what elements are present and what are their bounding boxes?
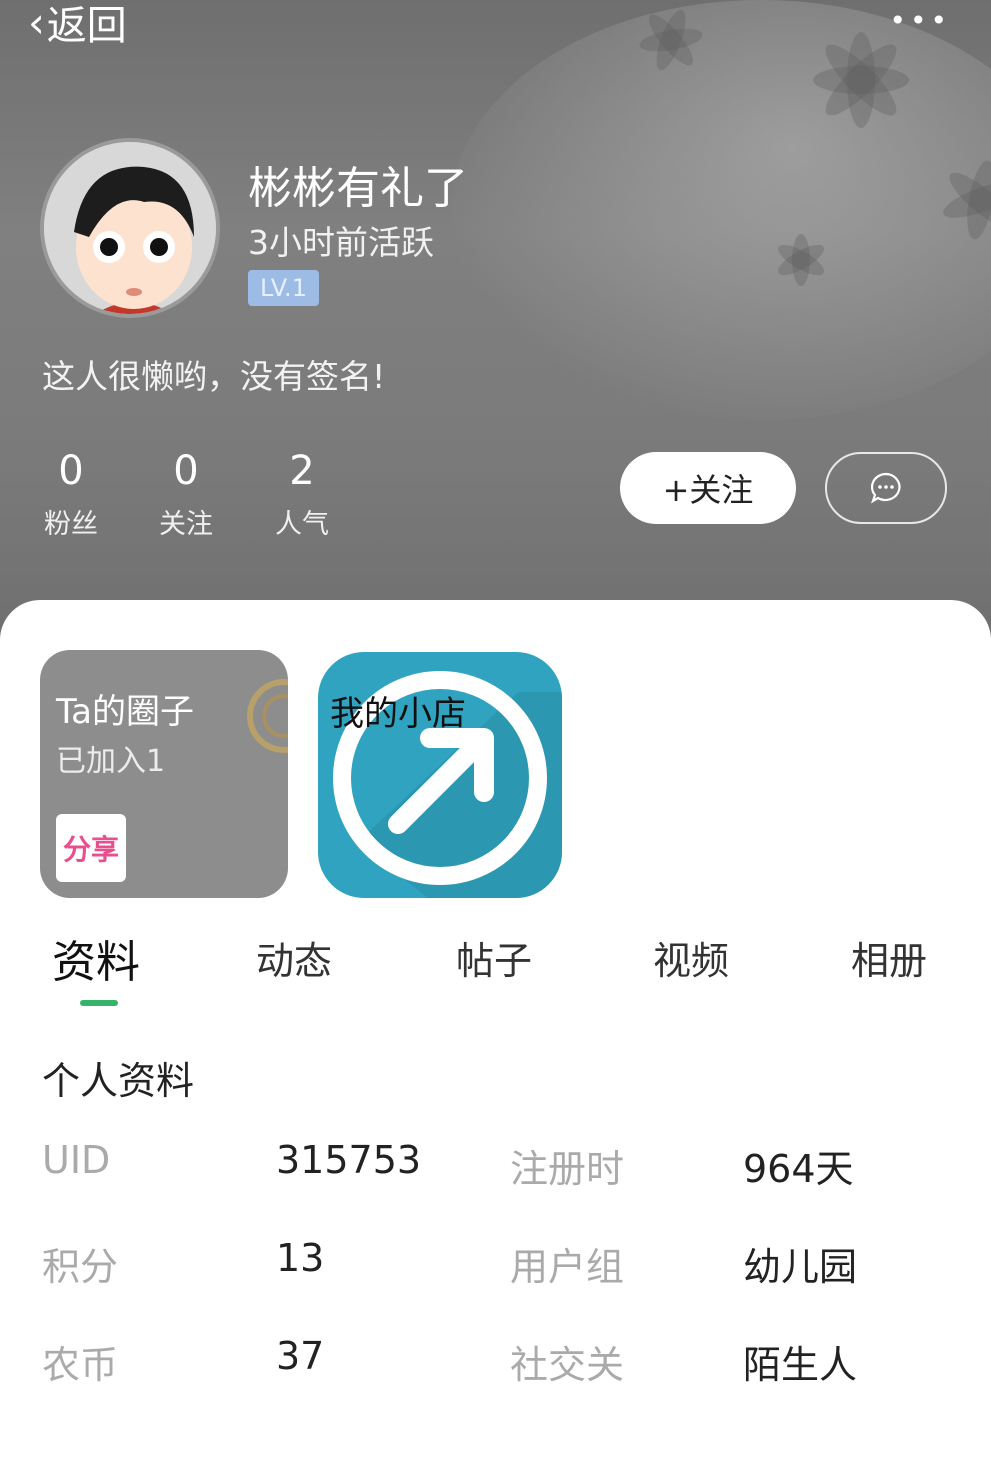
- detail-value: 315753: [276, 1138, 422, 1182]
- signature-text: 这人很懒哟，没有签名!: [42, 357, 386, 396]
- detail-value: 陌生人: [743, 1343, 858, 1387]
- detail-key: 社交关: [510, 1343, 625, 1387]
- level-badge: LV.1: [248, 270, 319, 306]
- more-options-button[interactable]: •••: [889, 4, 951, 37]
- username: 彬彬有礼了: [248, 163, 468, 214]
- stat-popularity[interactable]: 2 人气: [262, 448, 342, 541]
- stat-fans[interactable]: 0 粉丝: [31, 448, 111, 541]
- cartoon-avatar-icon: [44, 142, 216, 314]
- follow-button[interactable]: +关注: [620, 452, 796, 524]
- more-icon: •••: [889, 4, 951, 37]
- tab-activity[interactable]: 动态: [256, 930, 332, 985]
- detail-key: 注册时: [510, 1147, 625, 1191]
- stat-label: 人气: [275, 509, 329, 540]
- detail-key: 积分: [42, 1245, 119, 1289]
- profile-header-background: [0, 0, 991, 660]
- detail-key: 农币: [42, 1343, 119, 1387]
- detail-value: 13: [276, 1236, 325, 1280]
- back-button[interactable]: ‹ 返回: [28, 0, 127, 50]
- circle-ring-icon: [247, 679, 288, 753]
- active-time: 3小时前活跃: [248, 223, 434, 262]
- stat-value: 0: [58, 448, 84, 494]
- tab-posts[interactable]: 帖子: [456, 930, 532, 985]
- detail-key: 用户组: [510, 1245, 625, 1289]
- chevron-left-icon: ‹: [28, 0, 45, 47]
- detail-value: 37: [276, 1334, 325, 1378]
- stat-label: 粉丝: [44, 509, 98, 540]
- shop-card-title: 我的小店: [330, 694, 466, 734]
- tab-profile[interactable]: 资料: [52, 926, 140, 990]
- stat-following[interactable]: 0 关注: [146, 448, 226, 541]
- tab-album[interactable]: 相册: [851, 930, 927, 985]
- active-tab-indicator: [80, 1000, 118, 1006]
- section-title: 个人资料: [42, 1059, 195, 1103]
- back-label: 返回: [46, 3, 127, 49]
- tab-videos[interactable]: 视频: [653, 930, 729, 985]
- stat-value: 0: [173, 448, 199, 494]
- detail-value: 964天: [743, 1147, 854, 1191]
- chat-bubble-icon: [870, 472, 901, 504]
- circle-card-title: Ta的圈子: [56, 692, 194, 732]
- my-shop-card[interactable]: 我的小店: [318, 652, 562, 898]
- message-button[interactable]: [825, 452, 947, 524]
- detail-value: 幼儿园: [743, 1245, 858, 1289]
- stat-value: 2: [289, 448, 315, 494]
- avatar[interactable]: [40, 138, 220, 318]
- circle-card-subtitle: 已加入1: [56, 744, 166, 779]
- detail-key: UID: [42, 1138, 111, 1182]
- stat-label: 关注: [159, 509, 213, 540]
- share-icon: 分享: [56, 814, 126, 882]
- floral-decoration: [639, 9, 991, 286]
- ta-circle-card[interactable]: Ta的圈子 已加入1 分享: [40, 650, 288, 898]
